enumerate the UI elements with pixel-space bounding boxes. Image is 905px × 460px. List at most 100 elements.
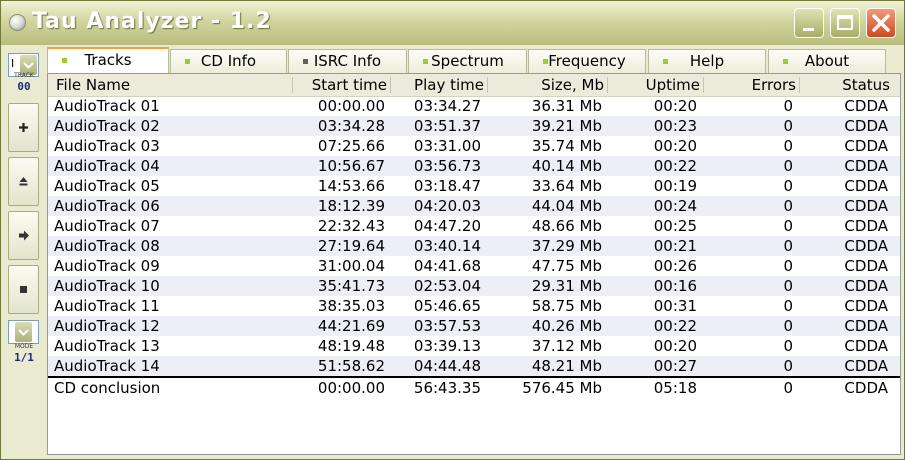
cell-uptime: 00:23 (653, 117, 697, 135)
cell-size: 40.14 Mb (531, 157, 602, 175)
table-row[interactable]: AudioTrack 12 44:21.69 03:57.53 40.26 Mb 00:… (48, 316, 900, 336)
add-button[interactable] (8, 103, 39, 152)
cell-size: 48.66 Mb (531, 217, 602, 235)
cell-uptime: 00:21 (653, 237, 697, 255)
cell-start-time: 31:00.04 (317, 257, 385, 275)
mode-select-dropdown-button[interactable] (15, 322, 32, 342)
cell-size: 33.64 Mb (531, 177, 602, 195)
table-row[interactable]: AudioTrack 08 27:19.64 03:40.14 37.29 Mb 00:… (48, 236, 900, 256)
cell-file-name: AudioTrack 01 (54, 97, 160, 115)
table-row[interactable]: AudioTrack 07 22:32.43 04:47.20 48.66 Mb 00:… (48, 216, 900, 236)
cell-play-time: 02:53.04 (413, 277, 481, 295)
column-header-size[interactable]: Size, Mb (541, 76, 604, 94)
cell-file-name: AudioTrack 05 (54, 177, 160, 195)
cell-errors: 0 (783, 277, 793, 295)
cell-play-time: 03:31.00 (413, 137, 481, 155)
cell-play-time: 04:20.03 (413, 197, 481, 215)
table-row[interactable]: AudioTrack 05 14:53.66 03:18.47 33.64 Mb 00:… (48, 176, 900, 196)
table-row[interactable]: AudioTrack 09 31:00.04 04:41.68 47.75 Mb 00:… (48, 256, 900, 276)
tab-frequency[interactable]: Frequency (528, 49, 646, 73)
cell-play-time: 04:44.48 (413, 357, 481, 375)
cell-errors: 0 (783, 177, 793, 195)
column-divider[interactable] (292, 77, 293, 93)
cell-start-time: 18:12.39 (317, 197, 385, 215)
cell-status: CDDA (844, 317, 888, 335)
cell-status: CDDA (844, 277, 888, 295)
window-title: Tau Analyzer - 1.2 (32, 9, 272, 34)
cell-play-time: 03:18.47 (413, 177, 481, 195)
column-divider[interactable] (703, 77, 704, 93)
table-row[interactable]: AudioTrack 13 48:19.48 03:39.13 37.12 Mb 00:… (48, 336, 900, 356)
cell-status: CDDA (844, 97, 888, 115)
tab-tracks[interactable]: Tracks (47, 47, 169, 74)
cell-file-name: AudioTrack 02 (54, 117, 160, 135)
play-button[interactable] (8, 211, 39, 260)
cell-file-name: AudioTrack 08 (54, 237, 160, 255)
table-row[interactable]: AudioTrack 04 10:56.67 03:56.73 40.14 Mb 00:… (48, 156, 900, 176)
eject-button[interactable] (8, 157, 39, 206)
summary-start-time: 00:00.00 (317, 379, 385, 397)
table-row[interactable]: AudioTrack 10 35:41.73 02:53.04 29.31 Mb 00:… (48, 276, 900, 296)
tab-isrc-info[interactable]: ISRC Info (288, 49, 407, 73)
cell-status: CDDA (844, 257, 888, 275)
table-row[interactable]: AudioTrack 02 03:34.28 03:51.37 39.21 Mb 00:… (48, 116, 900, 136)
title-bar[interactable]: Tau Analyzer - 1.2 (1, 1, 904, 45)
cell-start-time: 03:34.28 (317, 117, 385, 135)
cell-status: CDDA (844, 197, 888, 215)
column-header-start-time[interactable]: Start time (312, 76, 387, 94)
cell-uptime: 00:20 (653, 137, 697, 155)
column-header-uptime[interactable]: Uptime (646, 76, 700, 94)
cell-file-name: AudioTrack 03 (54, 137, 160, 155)
tab-help[interactable]: Help (648, 49, 766, 73)
cell-play-time: 04:47.20 (413, 217, 481, 235)
cell-play-time: 03:39.13 (413, 337, 481, 355)
cell-size: 58.75 Mb (531, 297, 602, 315)
cell-status: CDDA (844, 297, 888, 315)
column-divider[interactable] (799, 77, 800, 93)
column-divider[interactable] (390, 77, 391, 93)
stop-button[interactable] (8, 265, 39, 314)
column-header-status[interactable]: Status (842, 76, 890, 94)
table-row[interactable]: AudioTrack 01 00:00.00 03:34.27 36.31 Mb 00:… (48, 96, 900, 116)
table-row[interactable]: AudioTrack 14 51:58.62 04:44.48 48.21 Mb 00:… (48, 356, 900, 376)
cell-start-time: 10:56.67 (317, 157, 385, 175)
cell-size: 37.12 Mb (531, 337, 602, 355)
cell-play-time: 04:41.68 (413, 257, 481, 275)
cell-status: CDDA (844, 177, 888, 195)
summary-row[interactable]: CD conclusion 00:00.00 56:43.35 576.45 M… (48, 378, 900, 398)
cell-file-name: AudioTrack 04 (54, 157, 160, 175)
table-row[interactable]: AudioTrack 06 18:12.39 04:20.03 44.04 Mb 00:… (48, 196, 900, 216)
cell-errors: 0 (783, 337, 793, 355)
column-divider[interactable] (487, 77, 488, 93)
tab-spectrum[interactable]: Spectrum (408, 49, 527, 73)
cell-status: CDDA (844, 337, 888, 355)
tab-label: About (804, 52, 850, 70)
tab-cd-info[interactable]: CD Info (170, 49, 287, 73)
cell-file-name: AudioTrack 14 (54, 357, 160, 375)
column-header-file-name[interactable]: File Name (56, 76, 130, 94)
column-header-play-time[interactable]: Play time (414, 76, 484, 94)
tab-about[interactable]: About (768, 49, 886, 73)
tab-label: ISRC Info (313, 52, 382, 70)
cell-size: 37.29 Mb (531, 237, 602, 255)
mode-select[interactable] (8, 320, 39, 344)
column-divider[interactable] (607, 77, 608, 93)
cell-start-time: 22:32.43 (317, 217, 385, 235)
table-row[interactable]: AudioTrack 11 38:35.03 05:46.65 58.75 Mb 00:… (48, 296, 900, 316)
cell-status: CDDA (844, 357, 888, 375)
arrow-right-icon (19, 230, 29, 241)
cell-errors: 0 (783, 197, 793, 215)
maximize-button[interactable] (830, 8, 860, 38)
cell-status: CDDA (844, 117, 888, 135)
cell-uptime: 00:22 (653, 157, 697, 175)
cell-uptime: 00:24 (653, 197, 697, 215)
column-header-errors[interactable]: Errors (752, 76, 796, 94)
close-button[interactable] (866, 8, 896, 38)
app-orb-icon (9, 14, 26, 31)
table-row[interactable]: AudioTrack 03 07:25.66 03:31.00 35.74 Mb 00:… (48, 136, 900, 156)
cell-errors: 0 (783, 97, 793, 115)
summary-play-time: 56:43.35 (413, 379, 481, 397)
track-caption: TRACK (14, 72, 34, 79)
cell-errors: 0 (783, 237, 793, 255)
minimize-button[interactable] (794, 8, 824, 38)
